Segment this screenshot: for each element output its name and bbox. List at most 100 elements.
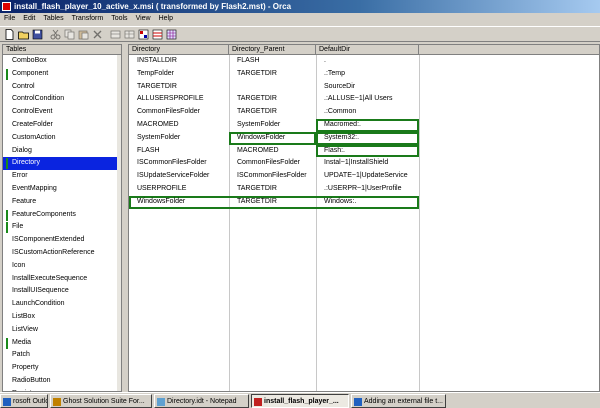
menu-tables[interactable]: Tables — [39, 13, 67, 25]
column-header-directory[interactable]: Directory — [129, 45, 229, 55]
delete-icon[interactable] — [91, 28, 104, 41]
table-row[interactable]: ISUpdateServiceFolder ISCommonFilesFolder… — [129, 170, 599, 183]
table-item-feature[interactable]: Feature — [3, 196, 121, 209]
table-row[interactable]: INSTALLDIR FLASH. — [129, 55, 599, 68]
taskbar-button[interactable]: rosoft Outlook — [0, 393, 48, 408]
menu-view[interactable]: View — [132, 13, 155, 25]
open-folder-icon[interactable] — [17, 28, 30, 41]
menu-edit[interactable]: Edit — [19, 13, 39, 25]
table-item-installuisequence[interactable]: InstallUISequence — [3, 285, 121, 298]
grid-cell[interactable]: TARGETDIR — [229, 68, 316, 81]
grid-cell[interactable]: Instal~1|InstallShield — [316, 157, 419, 170]
drop-row-icon[interactable] — [123, 28, 136, 41]
menu-transform[interactable]: Transform — [68, 13, 108, 25]
table-item-installexecutesequence[interactable]: InstallExecuteSequence — [3, 273, 121, 286]
grid-cell[interactable]: . — [316, 55, 419, 68]
taskbar-button[interactable]: Ghost Solution Suite For... — [50, 393, 152, 408]
grid-cell[interactable] — [229, 81, 316, 94]
grid-cell[interactable]: SourceDir — [316, 81, 419, 94]
grid-cell[interactable]: Flash:. — [316, 144, 419, 158]
grid-cell[interactable]: Macromed:. — [316, 118, 419, 132]
cut-icon[interactable] — [49, 28, 62, 41]
table-item-controlevent[interactable]: ControlEvent — [3, 106, 121, 119]
grid-cell[interactable]: .:Common — [316, 106, 419, 119]
grid-cell[interactable]: .:Temp — [316, 68, 419, 81]
table-item-error[interactable]: Error — [3, 170, 121, 183]
table-row[interactable]: ALLUSERSPROFILE TARGETDIR .:ALLUSE~1|All U… — [129, 93, 599, 106]
grid-cell[interactable]: CommonFilesFolder — [229, 157, 316, 170]
copy-icon[interactable] — [63, 28, 76, 41]
table-item-customaction[interactable]: CustomAction — [3, 132, 121, 145]
table-row[interactable]: MACROMED SystemFolder Macromed:. — [129, 118, 599, 132]
grid-cell[interactable]: ISCommonFilesFolder — [229, 170, 316, 183]
table-item-listbox[interactable]: ListBox — [3, 311, 121, 324]
add-row-icon[interactable] — [109, 28, 122, 41]
table-item-patch[interactable]: Patch — [3, 349, 121, 362]
table-row[interactable]: WindowsFolder TARGETDIR Windows:. — [129, 195, 419, 209]
save-icon[interactable] — [31, 28, 44, 41]
grid-cell[interactable]: TempFolder — [129, 68, 229, 81]
table-row[interactable]: CommonFilesFolder TARGETDIR .:Common — [129, 106, 599, 119]
table-row[interactable]: TempFolder TARGETDIR .:Temp — [129, 68, 599, 81]
transform-icon[interactable] — [151, 28, 164, 41]
table-item-control[interactable]: Control — [3, 81, 121, 94]
grid-cell[interactable]: ISCommonFilesFolder — [129, 157, 229, 170]
taskbar-button[interactable]: Directory.idt - Notepad — [154, 393, 249, 408]
taskbar-button[interactable]: install_flash_player_... — [251, 393, 349, 408]
grid-cell[interactable]: System32:. — [316, 131, 419, 145]
table-grid-icon[interactable] — [165, 28, 178, 41]
column-header-defaultdir[interactable]: DefaultDir — [316, 45, 419, 55]
taskbar-button[interactable]: Adding an external file t... — [351, 393, 446, 408]
grid-cell[interactable]: TARGETDIR — [229, 106, 316, 119]
table-item-featurecomponents[interactable]: FeatureComponents — [3, 209, 121, 222]
table-item-media[interactable]: Media — [3, 337, 121, 350]
table-item-icon[interactable]: Icon — [3, 260, 121, 273]
table-item-directory[interactable]: Directory — [3, 157, 121, 171]
grid-cell[interactable]: CommonFilesFolder — [129, 106, 229, 119]
table-row[interactable]: ISCommonFilesFolder CommonFilesFolder Inst… — [129, 157, 599, 170]
grid-cell[interactable]: TARGETDIR — [229, 183, 316, 196]
menu-tools[interactable]: Tools — [107, 13, 131, 25]
grid-cell[interactable]: TARGETDIR — [229, 196, 316, 209]
grid-cell[interactable]: INSTALLDIR — [129, 55, 229, 68]
table-item-eventmapping[interactable]: EventMapping — [3, 183, 121, 196]
grid-cell[interactable]: .:ALLUSE~1|All Users — [316, 93, 419, 106]
menu-file[interactable]: File — [0, 13, 19, 25]
grid-cell[interactable]: FLASH — [229, 55, 316, 68]
new-file-icon[interactable] — [3, 28, 16, 41]
grid-cell[interactable]: TARGETDIR — [229, 93, 316, 106]
table-item-property[interactable]: Property — [3, 362, 121, 375]
table-item-dialog[interactable]: Dialog — [3, 145, 121, 158]
grid-cell[interactable]: SystemFolder — [229, 119, 316, 132]
table-item-controlcondition[interactable]: ControlCondition — [3, 93, 121, 106]
tables-header[interactable]: Tables — [3, 45, 121, 55]
grid-cell[interactable]: SystemFolder — [129, 132, 229, 145]
table-row[interactable]: FLASH MACROMED Flash:. — [129, 144, 599, 158]
table-item-component[interactable]: Component — [3, 68, 121, 81]
grid-cell[interactable]: MACROMED — [229, 145, 316, 158]
grid-cell[interactable]: ALLUSERSPROFILE — [129, 93, 229, 106]
grid-cell[interactable]: UPDATE~1|UpdateService — [316, 170, 419, 183]
table-row[interactable]: SystemFolder WindowsFolder System32:. — [129, 131, 599, 145]
validate-icon[interactable] — [137, 28, 150, 41]
grid-cell[interactable]: WindowsFolder — [129, 196, 229, 209]
grid-cell[interactable]: TARGETDIR — [129, 81, 229, 94]
column-header-directory-parent[interactable]: Directory_Parent — [229, 45, 316, 55]
grid-cell[interactable]: USERPROFILE — [129, 183, 229, 196]
grid-cell[interactable]: ISUpdateServiceFolder — [129, 170, 229, 183]
menu-help[interactable]: Help — [155, 13, 177, 25]
table-item-listview[interactable]: ListView — [3, 324, 121, 337]
grid-cell[interactable]: MACROMED — [129, 119, 229, 132]
table-item-iscomponentextended[interactable]: ISComponentExtended — [3, 234, 121, 247]
table-item-launchcondition[interactable]: LaunchCondition — [3, 298, 121, 311]
table-item-radiobutton[interactable]: RadioButton — [3, 375, 121, 388]
table-item-file[interactable]: File — [3, 221, 121, 234]
paste-icon[interactable] — [77, 28, 90, 41]
table-item-combobox[interactable]: ComboBox — [3, 55, 121, 68]
grid-cell[interactable]: WindowsFolder — [229, 131, 316, 145]
table-row[interactable]: USERPROFILE TARGETDIR .:USERPR~1|UserProfi… — [129, 183, 599, 196]
grid-cell[interactable]: Windows:. — [316, 196, 419, 209]
table-item-iscustomactionreference[interactable]: ISCustomActionReference — [3, 247, 121, 260]
table-item-createfolder[interactable]: CreateFolder — [3, 119, 121, 132]
grid-cell[interactable]: .:USERPR~1|UserProfile — [316, 183, 419, 196]
